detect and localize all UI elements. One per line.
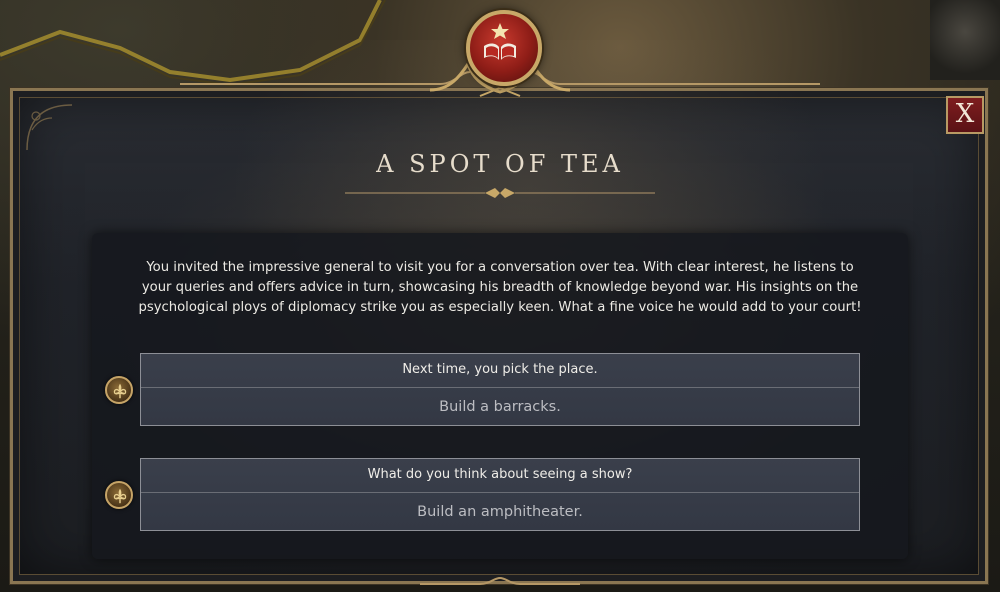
bottom-frame-ornament	[420, 576, 580, 585]
close-button[interactable]: X	[946, 96, 984, 134]
option-effect: Build an amphitheater.	[417, 504, 583, 520]
option-prompt: What do you think about seeing a show?	[141, 459, 859, 493]
title-divider	[345, 188, 655, 198]
event-crest	[466, 10, 542, 86]
fleur-de-lis-icon[interactable]	[105, 376, 133, 404]
event-description: You invited the impressive general to vi…	[138, 260, 862, 315]
book-star-icon	[484, 23, 516, 60]
fleur-de-lis-icon[interactable]	[105, 481, 133, 509]
event-option-2[interactable]: What do you think about seeing a show? B…	[140, 458, 860, 531]
corner-ornament	[26, 104, 73, 151]
event-option-1[interactable]: Next time, you pick the place. Build a b…	[140, 353, 860, 426]
event-title: A SPOT OF TEA	[376, 150, 624, 178]
option-effect: Build a barracks.	[439, 399, 561, 415]
statue-background	[930, 0, 1000, 80]
option-prompt: Next time, you pick the place.	[141, 354, 859, 388]
